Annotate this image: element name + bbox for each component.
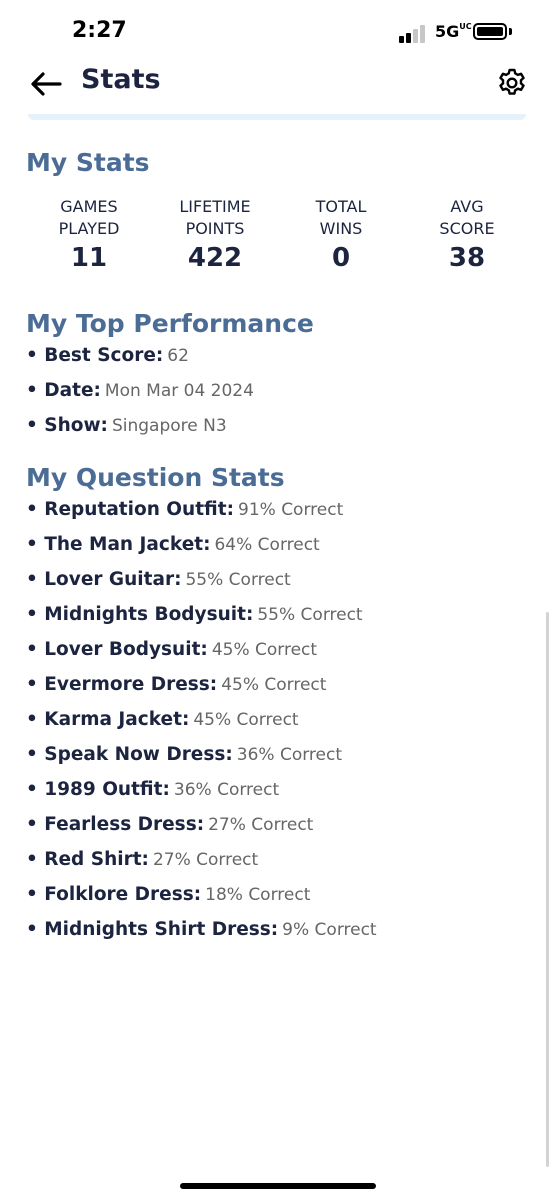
page-title: Stats xyxy=(81,64,161,95)
list-item: • Lover Bodysuit: 45% Correct xyxy=(26,639,318,660)
stat-label: POINTS xyxy=(185,219,245,238)
stat-label: SCORE xyxy=(439,219,495,238)
stat-label: AVG xyxy=(450,197,484,216)
list-item: • Midnights Shirt Dress: 9% Correct xyxy=(26,919,377,940)
stat-total-wins: TOTAL WINS 0 xyxy=(278,196,404,273)
list-item: • The Man Jacket: 64% Correct xyxy=(26,534,320,555)
list-item: • Speak Now Dress: 36% Correct xyxy=(26,744,343,765)
stat-games-played: GAMES PLAYED 11 xyxy=(26,196,152,273)
list-item: • 1989 Outfit: 36% Correct xyxy=(26,779,280,800)
list-item: • Reputation Outfit: 91% Correct xyxy=(26,499,344,520)
my-stats-title: My Stats xyxy=(26,148,150,177)
network-type: 5GUC xyxy=(435,22,472,41)
list-item: • Best Score: 62 xyxy=(26,345,189,366)
battery-icon xyxy=(473,23,507,40)
status-time: 2:27 xyxy=(72,18,127,43)
question-stats-title: My Question Stats xyxy=(26,463,285,492)
list-item: • Red Shirt: 27% Correct xyxy=(26,849,259,870)
list-item: • Show: Singapore N3 xyxy=(26,415,227,436)
stat-label: LIFETIME xyxy=(179,197,251,216)
stat-label: PLAYED xyxy=(58,219,120,238)
home-indicator[interactable] xyxy=(180,1183,376,1189)
stat-lifetime-points: LIFETIME POINTS 422 xyxy=(152,196,278,273)
status-bar: 2:27 5GUC xyxy=(0,0,555,64)
top-performance-list: • Best Score: 62 • Date: Mon Mar 04 2024 •… xyxy=(26,345,254,450)
top-performance-title: My Top Performance xyxy=(26,309,314,338)
list-item: • Lover Guitar: 55% Correct xyxy=(26,569,291,590)
stat-label: TOTAL xyxy=(315,197,367,216)
stat-label: WINS xyxy=(319,219,363,238)
stat-avg-score: AVG SCORE 38 xyxy=(404,196,530,273)
gear-icon[interactable] xyxy=(496,67,528,99)
cellular-signal-icon xyxy=(399,25,429,43)
header-divider xyxy=(28,114,526,120)
scrollbar[interactable] xyxy=(546,612,549,1167)
list-item: • Date: Mon Mar 04 2024 xyxy=(26,380,254,401)
stat-value: 422 xyxy=(187,243,243,273)
list-item: • Karma Jacket: 45% Correct xyxy=(26,709,299,730)
list-item: • Folklore Dress: 18% Correct xyxy=(26,884,311,905)
battery-tip xyxy=(509,28,512,35)
stat-value: 38 xyxy=(448,243,486,273)
arrow-left-icon[interactable] xyxy=(28,66,64,102)
list-item: • Evermore Dress: 45% Correct xyxy=(26,674,327,695)
list-item: • Midnights Bodysuit: 55% Correct xyxy=(26,604,363,625)
question-stats-list: • Reputation Outfit: 91% Correct • The Ma… xyxy=(26,499,377,954)
app-header: Stats xyxy=(0,60,555,106)
list-item: • Fearless Dress: 27% Correct xyxy=(26,814,314,835)
stat-value: 0 xyxy=(331,243,351,273)
stat-value: 11 xyxy=(70,243,108,273)
stat-label: GAMES xyxy=(60,197,118,216)
